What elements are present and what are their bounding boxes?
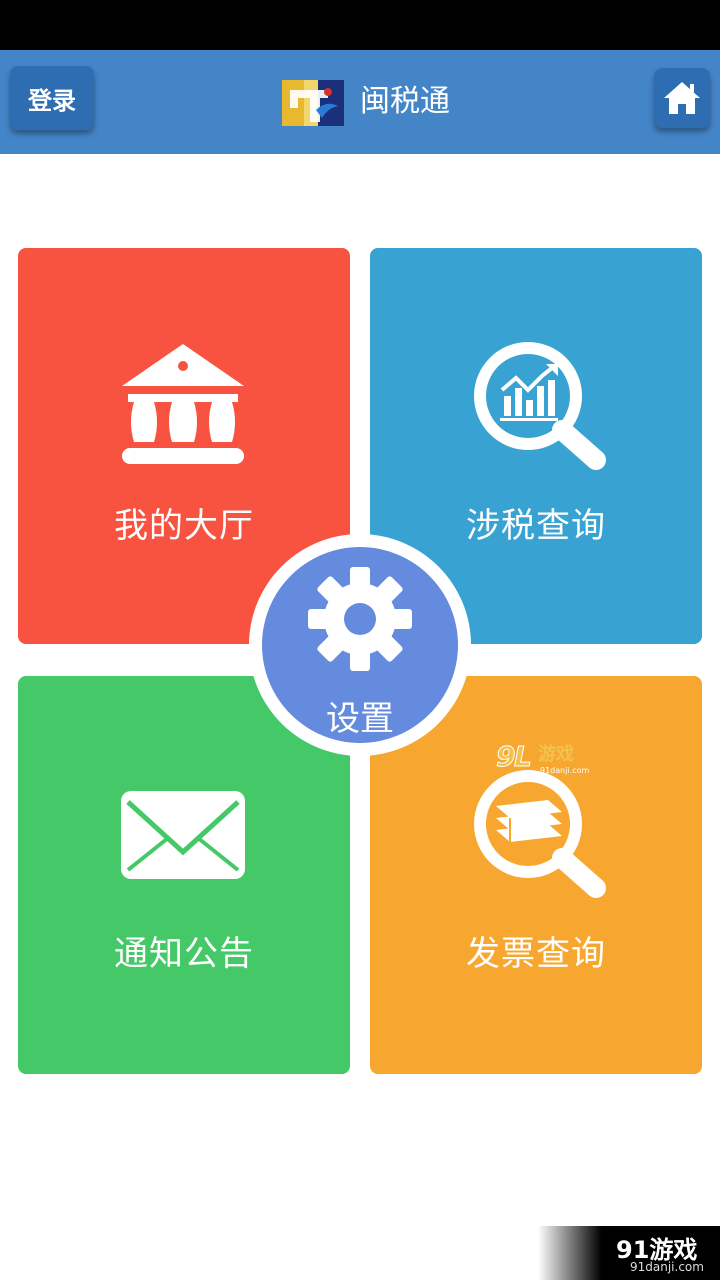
chart-search-icon xyxy=(474,342,606,470)
tile-my-hall-label: 我的大厅 xyxy=(114,506,254,546)
home-icon xyxy=(664,82,700,114)
watermark-logo-mid: 9 L 游戏 91danji.com xyxy=(496,740,590,776)
app-logo xyxy=(282,80,344,126)
watermark-mid-domain: 91danji.com xyxy=(540,766,590,775)
home-button[interactable] xyxy=(654,68,710,128)
tile-tax-query-label: 涉税查询 xyxy=(466,506,606,546)
watermark-domain: 91danji.com xyxy=(630,1260,704,1274)
settings-label: 设置 xyxy=(326,699,394,739)
document-search-icon xyxy=(474,770,606,898)
app-screen: 登录 闽税通 我的大厅 涉税查询 通知公告 发票查询 设置 9 L 游戏 91d… xyxy=(0,0,720,1280)
app-header: 登录 闽税通 xyxy=(0,50,720,154)
tile-notice-label: 通知公告 xyxy=(114,934,254,974)
svg-text:L: L xyxy=(514,740,532,773)
gear-icon xyxy=(308,567,412,671)
login-button[interactable]: 登录 xyxy=(10,66,94,130)
watermark-corner: 91游戏 91danji.com xyxy=(538,1226,720,1280)
status-bar xyxy=(0,0,720,50)
envelope-icon xyxy=(121,791,245,879)
settings-circle: 设置 xyxy=(262,547,458,743)
bank-icon xyxy=(122,344,244,464)
watermark-mid-brand: 游戏 xyxy=(538,743,574,765)
svg-text:9: 9 xyxy=(496,740,515,773)
tile-invoice-query-label: 发票查询 xyxy=(466,934,606,974)
settings-button[interactable]: 设置 xyxy=(249,534,471,756)
app-title: 闽税通 xyxy=(360,84,450,119)
